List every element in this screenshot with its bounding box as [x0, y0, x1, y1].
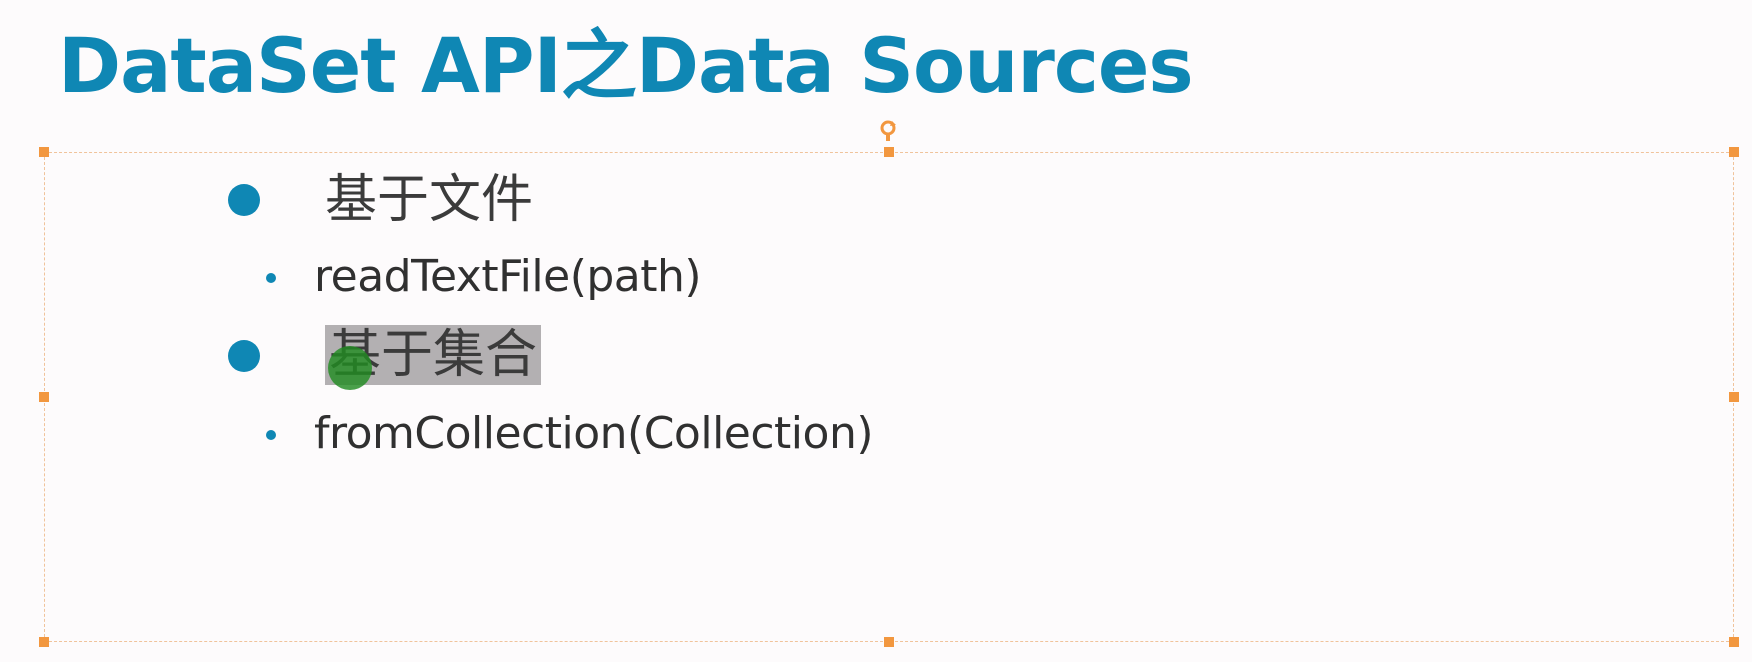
- bullet-level1: [228, 184, 260, 216]
- resize-handle-bottom-left[interactable]: [39, 637, 49, 647]
- mouse-cursor-icon: [328, 346, 372, 390]
- bullet-subitem-label[interactable]: readTextFile(path): [314, 249, 702, 305]
- bullet-item-label[interactable]: 基于文件: [325, 165, 533, 235]
- content-placeholder-frame[interactable]: [44, 152, 1734, 642]
- slide-title[interactable]: DataSet API之Data Sources: [58, 16, 1194, 116]
- resize-handle-top-left[interactable]: [39, 147, 49, 157]
- bullet-level2: [266, 430, 276, 440]
- resize-handle-left[interactable]: [39, 392, 49, 402]
- bullet-level1: [228, 340, 260, 372]
- resize-handle-top[interactable]: [884, 147, 894, 157]
- resize-handle-right[interactable]: [1729, 392, 1739, 402]
- slide-canvas: DataSet API之Data Sources 基于文件 readTextFi…: [0, 0, 1752, 662]
- resize-handle-bottom[interactable]: [884, 637, 894, 647]
- bullet-level2: [266, 273, 276, 283]
- resize-handle-top-right[interactable]: [1729, 147, 1739, 157]
- resize-handle-bottom-right[interactable]: [1729, 637, 1739, 647]
- rotate-handle-icon[interactable]: [879, 119, 897, 145]
- bullet-subitem-label[interactable]: fromCollection(Collection): [314, 406, 874, 462]
